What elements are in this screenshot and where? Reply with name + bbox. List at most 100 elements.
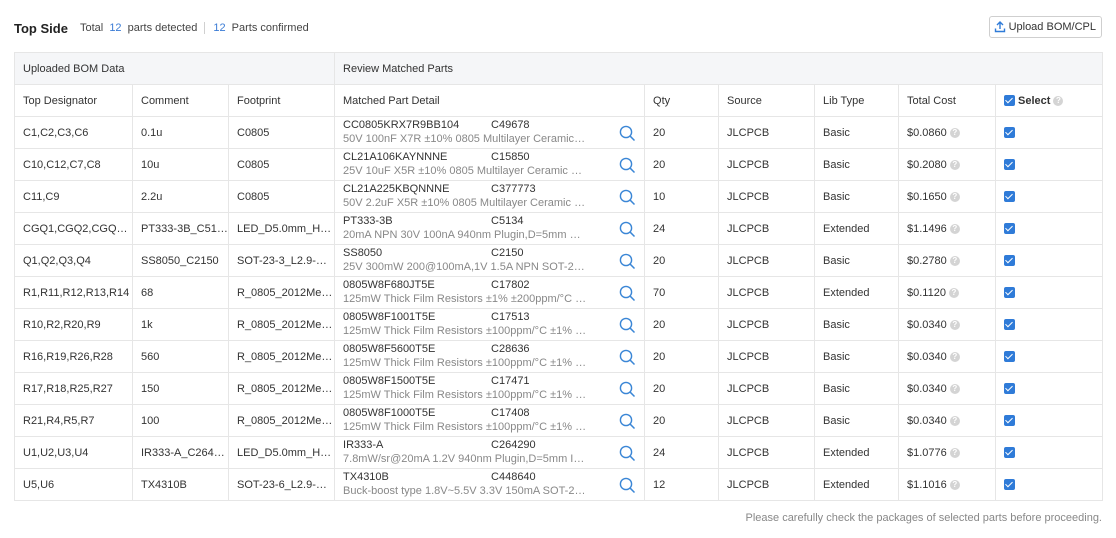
row-select-checkbox[interactable] bbox=[1004, 447, 1016, 459]
matched-part-detail: 0805W8F5600T5E C28636 125mW Thick Film Res… bbox=[334, 340, 646, 373]
designator-cell: C10,C12,C7,C8 bbox=[14, 148, 133, 181]
search-icon[interactable] bbox=[619, 157, 636, 174]
row-select-checkbox[interactable] bbox=[1004, 287, 1016, 299]
col-qty: Qty bbox=[644, 84, 720, 117]
table-row: R10,R2,R20,R9 1k R_0805_2012Metric 0805W8F1… bbox=[14, 308, 1104, 341]
cost-cell: $0.2080? bbox=[898, 148, 997, 181]
libtype-cell: Basic bbox=[814, 244, 900, 277]
help-icon[interactable]: ? bbox=[949, 351, 960, 362]
comment-cell: 560 bbox=[132, 340, 229, 373]
help-icon[interactable]: ? bbox=[949, 255, 960, 266]
help-icon[interactable]: ? bbox=[1053, 95, 1064, 106]
matched-part-detail: SS8050 C2150 25V 300mW 200@100mA,1V 1.5A N… bbox=[334, 244, 646, 277]
row-select-checkbox[interactable] bbox=[1004, 223, 1016, 235]
libtype-cell: Extended bbox=[814, 468, 900, 501]
libtype-cell: Basic bbox=[814, 372, 900, 405]
search-icon[interactable] bbox=[619, 413, 636, 430]
help-icon[interactable]: ? bbox=[949, 191, 960, 202]
qty-cell: 20 bbox=[644, 404, 720, 437]
row-select-checkbox[interactable] bbox=[1004, 191, 1016, 203]
search-icon[interactable] bbox=[619, 477, 636, 494]
part-number: TX4310B bbox=[343, 471, 389, 483]
select-all-checkbox[interactable] bbox=[1004, 95, 1016, 107]
source-cell: JLCPCB bbox=[718, 148, 816, 181]
footprint-cell: R_0805_2012Metric bbox=[227, 276, 336, 309]
select-cell bbox=[995, 276, 1104, 309]
lcsc-part-number: C17471 bbox=[491, 375, 530, 387]
table-row: C11,C9 2.2u C0805 CL21A225KBQNNNE C377773 50V… bbox=[14, 180, 1104, 213]
footprint-cell: R_0805_2012Metric bbox=[227, 372, 336, 405]
matched-part-detail: IR333-A C264290 7.8mW/sr@20mA 1.2V 940nm P… bbox=[334, 436, 646, 469]
help-icon[interactable]: ? bbox=[948, 287, 959, 298]
help-icon[interactable]: ? bbox=[949, 159, 960, 170]
help-icon[interactable]: ? bbox=[949, 415, 960, 426]
search-icon[interactable] bbox=[619, 445, 636, 462]
footprint-cell: SOT-23-3_L2.9-W1.3 bbox=[227, 244, 336, 277]
libtype-cell: Basic bbox=[814, 404, 900, 437]
col-libtype: Lib Type bbox=[814, 84, 900, 117]
part-number: CC0805KRX7R9BB104 bbox=[343, 119, 460, 131]
lcsc-part-number: C17802 bbox=[491, 279, 530, 291]
search-icon[interactable] bbox=[619, 317, 636, 334]
comment-cell: 150 bbox=[132, 372, 229, 405]
source-cell: JLCPCB bbox=[718, 404, 816, 437]
help-icon[interactable]: ? bbox=[949, 223, 960, 234]
footprint-cell: C0805 bbox=[227, 180, 336, 213]
search-icon[interactable] bbox=[619, 381, 636, 398]
part-number: 0805W8F680JT5E bbox=[343, 279, 435, 291]
part-description: 50V 100nF X7R ±10% 0805 Multilayer Ceram… bbox=[343, 133, 587, 145]
lcsc-part-number: C448640 bbox=[491, 471, 536, 483]
table-row: C1,C2,C3,C6 0.1u C0805 CC0805KRX7R9BB104 C49… bbox=[14, 116, 1104, 149]
part-number: 0805W8F1000T5E bbox=[343, 407, 436, 419]
search-icon[interactable] bbox=[619, 253, 636, 270]
cost-value: $0.1650 bbox=[907, 190, 947, 203]
upload-bom-cpl-button[interactable]: Upload BOM/CPL bbox=[988, 16, 1102, 38]
help-icon[interactable]: ? bbox=[949, 447, 960, 458]
footprint-cell: LED_D5.0mm_Horizontal bbox=[227, 436, 336, 469]
row-select-checkbox[interactable] bbox=[1004, 479, 1016, 491]
designator-cell: U5,U6 bbox=[14, 468, 133, 501]
comment-cell: 1k bbox=[132, 308, 229, 341]
part-description: 20mA NPN 30V 100nA 940nm Plugin,D=5mm Ph… bbox=[343, 229, 587, 241]
part-description: 7.8mW/sr@20mA 1.2V 940nm Plugin,D=5mm In… bbox=[343, 453, 587, 465]
search-icon[interactable] bbox=[619, 285, 636, 302]
table-row: R17,R18,R25,R27 150 R_0805_2012Metric 0805W… bbox=[14, 372, 1104, 405]
table-row: R1,R11,R12,R13,R14 68 R_0805_2012Metric 080… bbox=[14, 276, 1104, 309]
help-icon[interactable]: ? bbox=[949, 127, 960, 138]
part-description: 125mW Thick Film Resistors ±100ppm/°C ±1… bbox=[343, 357, 588, 369]
row-select-checkbox[interactable] bbox=[1004, 319, 1016, 331]
comment-cell: 2.2u bbox=[132, 180, 229, 213]
part-number: SS8050 bbox=[343, 247, 383, 259]
cost-value: $0.2080 bbox=[907, 158, 947, 171]
comment-cell: 68 bbox=[132, 276, 229, 309]
table-row: C10,C12,C7,C8 10u C0805 CL21A106KAYNNNE C158… bbox=[14, 148, 1104, 181]
search-icon[interactable] bbox=[619, 125, 636, 142]
help-icon[interactable]: ? bbox=[949, 319, 960, 330]
qty-cell: 70 bbox=[644, 276, 720, 309]
row-select-checkbox[interactable] bbox=[1004, 351, 1016, 363]
search-icon[interactable] bbox=[619, 221, 636, 238]
row-select-checkbox[interactable] bbox=[1004, 415, 1016, 427]
part-number: IR333-A bbox=[343, 439, 384, 451]
summary-divider bbox=[204, 22, 206, 35]
bom-table: Uploaded BOM Data Review Matched Parts T… bbox=[13, 52, 1104, 501]
designator-cell: R21,R4,R5,R7 bbox=[14, 404, 133, 437]
help-icon[interactable]: ? bbox=[949, 479, 960, 490]
search-icon[interactable] bbox=[619, 189, 636, 206]
row-select-checkbox[interactable] bbox=[1004, 383, 1016, 395]
table-body: C1,C2,C3,C6 0.1u C0805 CC0805KRX7R9BB104 C49… bbox=[14, 116, 1104, 501]
table-row: U1,U2,U3,U4 IR333-A_C264290 LED_D5.0mm_Hor… bbox=[14, 436, 1104, 469]
page-title: Top Side bbox=[14, 21, 68, 36]
select-cell bbox=[995, 180, 1104, 213]
search-icon[interactable] bbox=[619, 349, 636, 366]
cost-value: $1.0776 bbox=[907, 446, 947, 459]
designator-cell: CGQ1,CGQ2,CGQ3,CGQ4 bbox=[14, 212, 133, 245]
table-row: Q1,Q2,Q3,Q4 SS8050_C2150 SOT-23-3_L2.9-W1.… bbox=[14, 244, 1104, 277]
row-select-checkbox[interactable] bbox=[1004, 255, 1016, 267]
part-description: 50V 2.2uF X5R ±10% 0805 Multilayer Ceram… bbox=[343, 197, 588, 209]
part-number: CL21A106KAYNNNE bbox=[343, 151, 448, 163]
row-select-checkbox[interactable] bbox=[1004, 159, 1016, 171]
row-select-checkbox[interactable] bbox=[1004, 127, 1016, 139]
part-number: 0805W8F1500T5E bbox=[343, 375, 436, 387]
help-icon[interactable]: ? bbox=[949, 383, 960, 394]
